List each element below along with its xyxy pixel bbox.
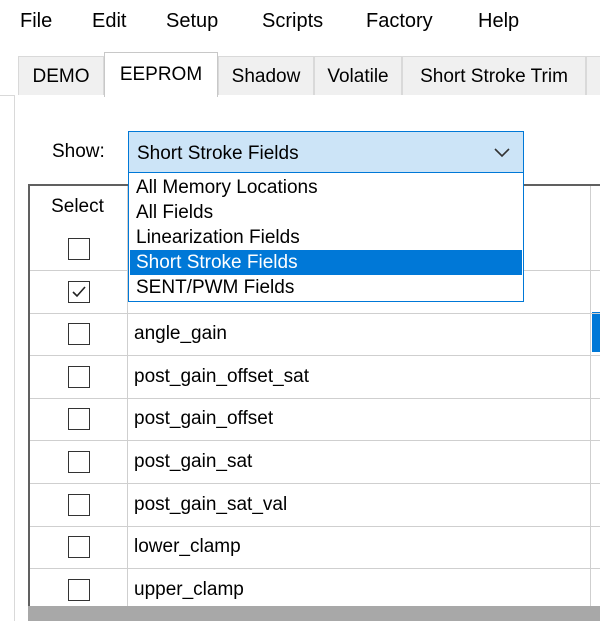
select-checkbox[interactable]: [68, 323, 90, 345]
dropdown-option-all-fields[interactable]: All Fields: [130, 200, 522, 225]
tab-strip: DEMO EEPROM Shadow Volatile Short Stroke…: [0, 52, 600, 97]
tab-eeprom[interactable]: EEPROM: [104, 52, 218, 97]
show-label: Show:: [52, 141, 105, 162]
select-cell: [30, 356, 128, 398]
menu-bar: File Edit Setup Scripts Factory Help: [0, 0, 600, 46]
table-row[interactable]: post_gain_sat_val: [30, 484, 600, 527]
tab-short-stroke-trim[interactable]: Short Stroke Trim: [402, 56, 586, 96]
select-checkbox[interactable]: [68, 579, 90, 601]
field-name: post_gain_offset: [134, 408, 274, 429]
dropdown-option-short-stroke-fields[interactable]: Short Stroke Fields: [130, 250, 522, 275]
menu-factory[interactable]: Factory: [366, 10, 433, 33]
checkmark-icon: [72, 286, 86, 298]
select-cell: [30, 484, 128, 526]
field-name: angle_gain: [134, 323, 227, 344]
select-cell: [30, 313, 128, 355]
select-cell: [30, 228, 128, 270]
dropdown-option-sent-pwm-fields[interactable]: SENT/PWM Fields: [130, 275, 522, 300]
field-name: post_gain_sat: [134, 451, 253, 472]
select-cell: [30, 441, 128, 483]
menu-scripts[interactable]: Scripts: [262, 10, 323, 33]
table-row[interactable]: angle_gain: [30, 313, 600, 356]
menu-setup[interactable]: Setup: [166, 10, 218, 33]
field-name: lower_clamp: [134, 536, 241, 557]
show-combobox-value: Short Stroke Fields: [137, 143, 299, 164]
select-checkbox[interactable]: [68, 366, 90, 388]
field-name: post_gain_sat_val: [134, 494, 288, 515]
select-cell: [30, 271, 128, 313]
select-checkbox[interactable]: [68, 238, 90, 260]
tab-demo[interactable]: DEMO: [18, 56, 104, 96]
dropdown-option-linearization-fields[interactable]: Linearization Fields: [130, 225, 522, 250]
field-name: post_gain_offset_sat: [134, 366, 310, 387]
tab-overflow[interactable]: [586, 56, 600, 96]
show-combobox[interactable]: Short Stroke Fields: [128, 131, 524, 173]
table-row[interactable]: post_gain_offset_sat: [30, 356, 600, 399]
table-row[interactable]: post_gain_sat: [30, 441, 600, 484]
menu-help[interactable]: Help: [478, 10, 519, 33]
tab-volatile[interactable]: Volatile: [314, 56, 402, 96]
dropdown-option-all-memory-locations[interactable]: All Memory Locations: [130, 175, 522, 200]
menu-edit[interactable]: Edit: [92, 10, 126, 33]
horizontal-scrollbar[interactable]: [28, 606, 600, 621]
tab-shadow[interactable]: Shadow: [218, 56, 314, 96]
select-checkbox[interactable]: [68, 408, 90, 430]
show-dropdown-list: All Memory Locations All Fields Lineariz…: [128, 172, 524, 302]
select-checkbox[interactable]: [68, 494, 90, 516]
select-checkbox[interactable]: [68, 281, 90, 303]
select-checkbox[interactable]: [68, 536, 90, 558]
field-name: upper_clamp: [134, 579, 244, 600]
table-row[interactable]: lower_clamp: [30, 526, 600, 569]
select-cell: [30, 398, 128, 440]
select-cell: [30, 569, 128, 611]
menu-file[interactable]: File: [20, 10, 52, 33]
select-cell: [30, 526, 128, 568]
select-column-header[interactable]: Select: [28, 186, 128, 228]
select-checkbox[interactable]: [68, 451, 90, 473]
table-row[interactable]: post_gain_offset: [30, 398, 600, 441]
chevron-down-icon[interactable]: [493, 144, 511, 160]
